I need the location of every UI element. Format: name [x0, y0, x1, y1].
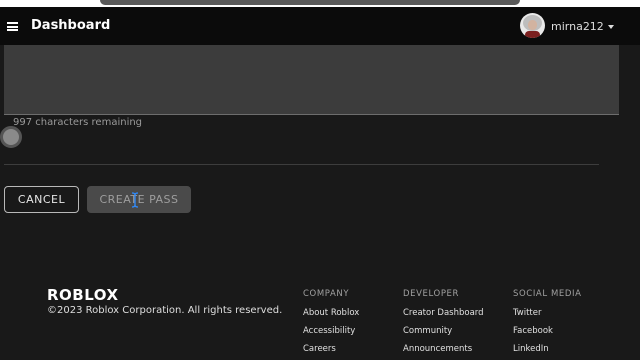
footer-link-linkedin[interactable]: LinkedIn	[513, 344, 582, 354]
footer-heading: COMPANY	[303, 289, 350, 299]
menu-icon[interactable]	[7, 22, 18, 31]
cancel-button[interactable]: CANCEL	[4, 186, 79, 213]
footer-link-creator-dashboard[interactable]: Creator Dashboard	[403, 308, 484, 318]
copyright: ©2023 Roblox Corporation. All rights res…	[47, 305, 283, 316]
description-textarea[interactable]	[4, 45, 619, 115]
page-title: Dashboard	[31, 18, 111, 33]
caret-down-icon[interactable]	[608, 25, 614, 29]
characters-remaining: 997 characters remaining	[13, 117, 143, 128]
footer-link-announcements[interactable]: Announcements	[403, 344, 484, 354]
footer-link-careers[interactable]: Careers	[303, 344, 359, 354]
footer-heading: SOCIAL MEDIA	[513, 289, 582, 299]
footer-link-about-roblox[interactable]: About Roblox	[303, 308, 359, 318]
footer-link-accessibility[interactable]: Accessibility	[303, 326, 359, 336]
footer-column-social-media: SOCIAL MEDIA Twitter Facebook LinkedIn	[513, 289, 582, 360]
roblox-logo[interactable]: ROBLOX	[47, 286, 119, 304]
avatar[interactable]	[520, 13, 545, 38]
divider	[4, 164, 599, 165]
text-cursor-icon	[131, 192, 139, 208]
radio-button[interactable]	[0, 126, 22, 148]
footer-link-community[interactable]: Community	[403, 326, 484, 336]
username[interactable]: mirna212	[551, 20, 604, 33]
top-bar: Dashboard mirna212	[0, 7, 640, 45]
footer-column-developer: DEVELOPER Creator Dashboard Community An…	[403, 289, 484, 360]
footer-link-twitter[interactable]: Twitter	[513, 308, 582, 318]
browser-top-strip	[0, 0, 640, 7]
browser-tab[interactable]	[100, 0, 520, 5]
footer-link-facebook[interactable]: Facebook	[513, 326, 582, 336]
footer-column-company: COMPANY About Roblox Accessibility Caree…	[303, 289, 359, 360]
footer-heading: DEVELOPER	[403, 289, 460, 299]
